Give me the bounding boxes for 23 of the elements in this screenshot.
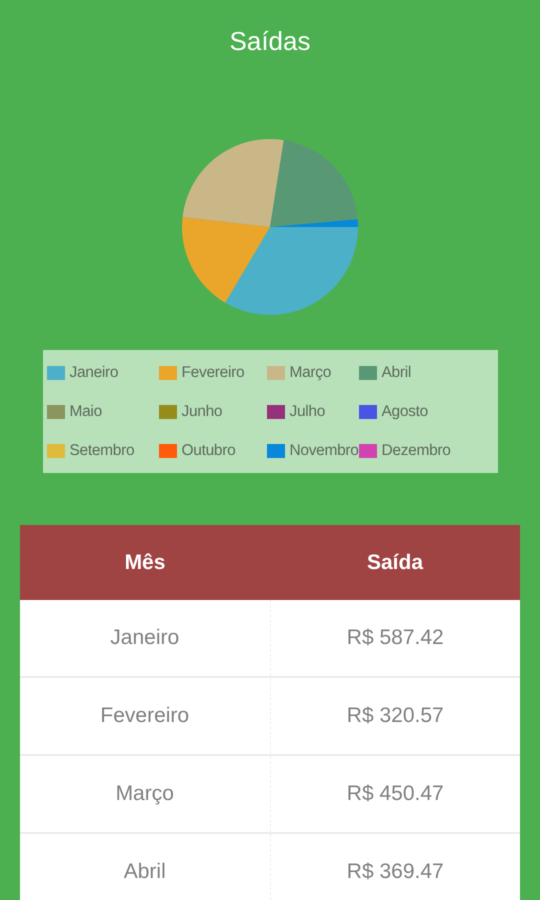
legend-label: Junho — [182, 402, 222, 420]
table-cell: R$ 450.47 — [270, 756, 520, 832]
legend-label: Julho — [290, 402, 326, 420]
table-cell: R$ 369.47 — [270, 834, 520, 900]
legend-label: Janeiro — [70, 364, 118, 382]
legend-label: Setembro — [70, 442, 134, 460]
legend-label: Agosto — [382, 402, 428, 420]
table-cell: R$ 320.57 — [270, 678, 520, 754]
legend-label: Maio — [70, 402, 102, 420]
table-cell-text: Abril — [122, 859, 167, 885]
legend-label: Abril — [382, 364, 412, 382]
legend-label: Dezembro — [382, 442, 451, 460]
legend-label: Outubro — [182, 442, 236, 460]
page-title: Saídas — [230, 25, 310, 58]
legend-label: Novembro — [290, 442, 359, 460]
table-cell-text: Janeiro — [109, 625, 180, 651]
legend-label: Fevereiro — [182, 364, 244, 382]
legend-label: Março — [290, 364, 332, 382]
column-header: Saída — [366, 550, 424, 576]
table-cell: R$ 587.42 — [270, 600, 520, 676]
column-header: Mês — [124, 550, 166, 576]
table-cell-text: Fevereiro — [99, 703, 190, 729]
table-cell-text: Março — [114, 781, 175, 807]
